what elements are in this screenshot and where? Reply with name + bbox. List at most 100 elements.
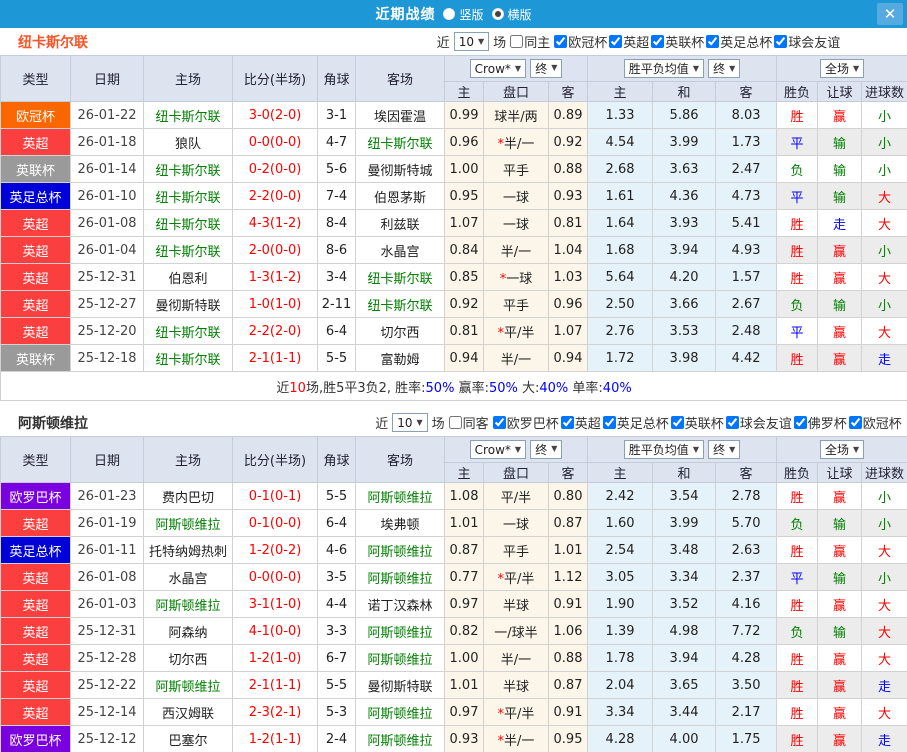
league-filter-checkbox[interactable]: [793, 416, 807, 429]
match-date: 26-01-04: [70, 236, 144, 264]
avg-away: 4.42: [715, 344, 778, 372]
league-filter-checkbox[interactable]: [609, 35, 623, 48]
league-filter[interactable]: 欧冠杯: [554, 32, 607, 51]
layout-vertical-radio[interactable]: 竖版: [443, 6, 484, 23]
league-filter-checkbox[interactable]: [554, 35, 568, 48]
same-venue-input[interactable]: [448, 416, 462, 429]
close-icon[interactable]: ✕: [877, 3, 903, 25]
league-filter[interactable]: 欧冠杯: [848, 413, 902, 432]
handicap: *平/半: [483, 563, 549, 591]
matches-table: 类型 日期 主场 比分(半场) 角球 客场 Crow* ▼ 终 ▼ 胜平负均值 ▼ 终…: [0, 436, 907, 752]
league-filter[interactable]: 英足总杯: [706, 32, 772, 51]
match-row: 欧冠杯 26-01-22 纽卡斯尔联 3-0(2-0) 3-1 埃因霍温 0.99 球半/两 0…: [0, 101, 907, 129]
odds-time-select[interactable]: 终 ▼: [530, 58, 563, 78]
odds-away: 0.87: [547, 671, 589, 699]
league-filter[interactable]: 欧罗巴杯: [492, 413, 559, 432]
league-filter-checkbox[interactable]: [670, 416, 684, 429]
odds-time-select[interactable]: 终 ▼: [530, 439, 563, 459]
avg-away: 3.50: [715, 671, 778, 699]
chevron-down-icon: ▼: [551, 63, 558, 73]
league-filter[interactable]: 英联杯: [670, 413, 724, 432]
league-filter-checkbox[interactable]: [725, 416, 739, 429]
avg-time-select[interactable]: 终 ▼: [708, 440, 741, 459]
scope-select[interactable]: 全场 ▼: [819, 440, 865, 459]
league-filter[interactable]: 英超: [560, 413, 601, 432]
result-handicap: 走: [817, 209, 863, 237]
odds-home: 0.93: [444, 725, 484, 752]
league-badge: 英足总杯: [0, 182, 71, 210]
result-wdl: 胜: [776, 263, 819, 291]
result-goals: 大: [861, 317, 907, 345]
league-filter-checkbox[interactable]: [602, 416, 616, 429]
home-team: 狼队: [143, 128, 233, 156]
same-venue-input[interactable]: [510, 35, 524, 48]
avg-draw: 5.86: [652, 101, 717, 129]
league-filter[interactable]: 球会友谊: [774, 32, 840, 51]
avg-home: 2.54: [587, 536, 654, 564]
radio-selected-icon[interactable]: [491, 8, 504, 20]
same-venue-checkbox[interactable]: 同客: [448, 413, 489, 432]
matches-count-select[interactable]: 10 ▼: [392, 413, 428, 432]
avg-draw: 3.44: [652, 698, 717, 726]
league-badge: 欧冠杯: [0, 101, 71, 129]
league-filter[interactable]: 英足总杯: [602, 413, 669, 432]
handicap: 一球: [483, 209, 549, 237]
home-team: 阿森纳: [143, 617, 233, 645]
league-filter-checkbox[interactable]: [651, 35, 665, 48]
matches-count-select[interactable]: 10 ▼: [453, 32, 490, 51]
league-filter[interactable]: 佛罗杯: [793, 413, 847, 432]
league-filter-checkbox[interactable]: [492, 416, 506, 429]
radio-icon[interactable]: [443, 8, 456, 20]
league-filter-checkbox[interactable]: [774, 35, 788, 48]
away-team: 伯恩茅斯: [355, 182, 445, 210]
league-filter[interactable]: 英联杯: [651, 32, 704, 51]
league-filters: 欧罗巴杯 英超 英足总杯 英联杯 球会友谊 佛罗杯 欧冠杯: [492, 413, 902, 432]
col-score-header: 比分(半场): [232, 436, 318, 483]
league-filter[interactable]: 球会友谊: [725, 413, 792, 432]
summary-part: 大:: [517, 380, 540, 396]
avg-type-select[interactable]: 胜平负均值 ▼: [623, 59, 704, 78]
summary-part: 赢率:: [454, 380, 489, 396]
league-filter[interactable]: 英超: [609, 32, 649, 51]
sub-avg-home-header: 主: [587, 81, 654, 102]
away-team: 曼彻斯特城: [355, 155, 445, 183]
same-venue-checkbox[interactable]: 同主: [510, 32, 550, 51]
scope-select[interactable]: 全场 ▼: [819, 59, 865, 78]
handicap-star: *: [497, 325, 505, 341]
league-filter-checkbox[interactable]: [706, 35, 720, 48]
avg-type-select[interactable]: 胜平负均值 ▼: [623, 440, 704, 459]
avg-time-select[interactable]: 终 ▼: [708, 59, 741, 78]
handicap: 半/一: [483, 644, 549, 672]
match-row: 英超 25-12-31 伯恩利 1-3(1-2) 3-4 纽卡斯尔联 0.85 *一球 1.03…: [0, 263, 907, 291]
league-filter-checkbox[interactable]: [560, 416, 574, 429]
result-goals: 小: [861, 101, 907, 129]
col-away-header: 客场: [355, 55, 445, 102]
avg-draw: 3.63: [652, 155, 717, 183]
handicap: 一球: [483, 182, 549, 210]
sub-avg-away-header: 客: [715, 462, 778, 483]
odds-home: 0.92: [444, 290, 484, 318]
match-date: 25-12-31: [70, 617, 144, 645]
odds-company-select[interactable]: Crow* ▼: [469, 440, 527, 460]
avg-home: 1.61: [587, 182, 654, 210]
layout-horizontal-radio[interactable]: 横版: [491, 6, 532, 23]
select-value: 全场: [824, 443, 849, 457]
away-team: 阿斯顿维拉: [355, 698, 445, 726]
odds-home: 1.00: [444, 644, 484, 672]
odds-home: 1.08: [444, 482, 484, 510]
home-team: 切尔西: [143, 644, 233, 672]
select-value: Crow*: [474, 442, 511, 457]
avg-home: 1.78: [587, 644, 654, 672]
match-row: 欧罗巴杯 26-01-23 费内巴切 0-1(0-1) 5-5 阿斯顿维拉 1.08 平/半 0…: [0, 482, 907, 510]
odds-home: 0.97: [444, 698, 484, 726]
odds-home: 1.01: [444, 509, 484, 537]
odds-away: 0.91: [547, 590, 589, 618]
avg-home: 2.76: [587, 317, 654, 345]
odds-away: 0.92: [547, 128, 589, 156]
league-filter-checkbox[interactable]: [848, 416, 862, 429]
score: 1-3(1-2): [232, 263, 318, 291]
avg-away: 2.47: [715, 155, 778, 183]
result-goals: 走: [861, 671, 907, 699]
odds-company-select[interactable]: Crow* ▼: [469, 59, 527, 79]
result-wdl: 胜: [776, 590, 819, 618]
